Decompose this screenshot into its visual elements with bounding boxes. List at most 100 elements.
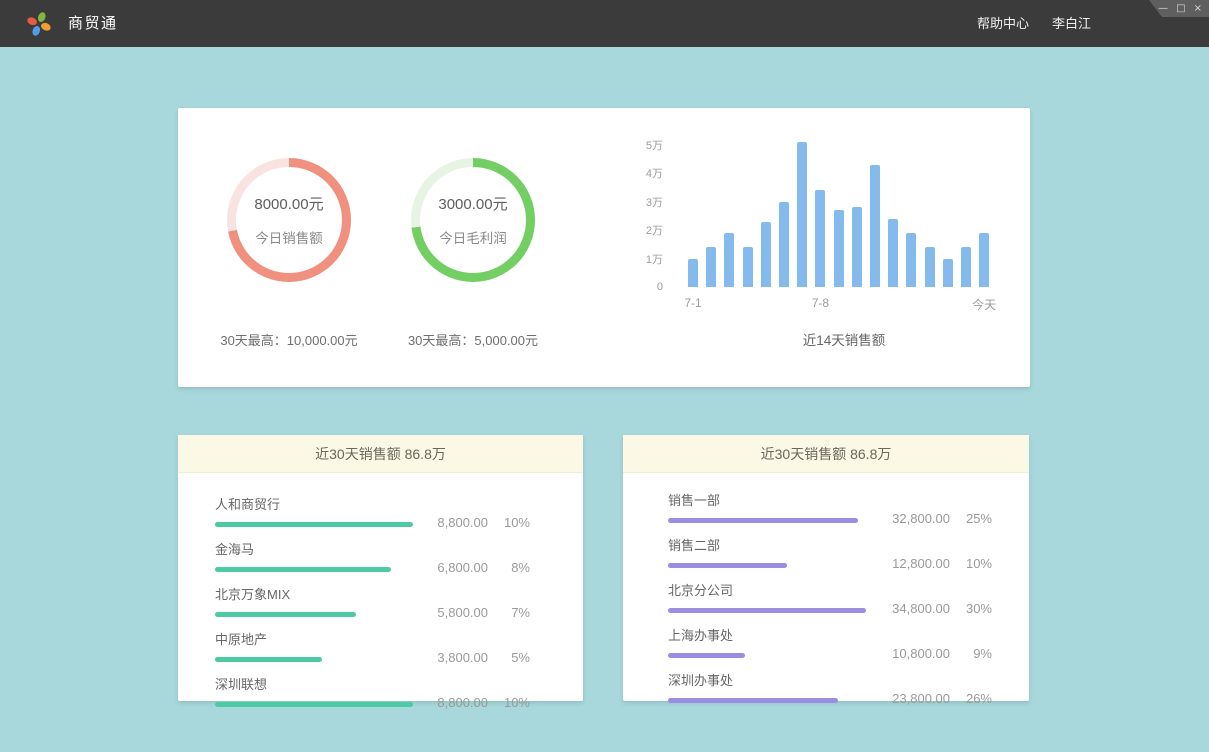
rank-label: 上海办事处 [668, 625, 866, 644]
sales-bar [979, 233, 989, 287]
rank-label: 北京分公司 [668, 580, 866, 599]
today-profit-label: 今日毛利润 [439, 227, 507, 247]
rank-percent: 10% [950, 556, 992, 571]
rank-label: 人和商贸行 [215, 494, 413, 513]
rank-label: 金海马 [215, 539, 413, 558]
rank-row: 深圳联想8,800.0010% [215, 674, 530, 707]
rank-value: 3,800.00 [413, 650, 488, 665]
rank-percent: 25% [950, 511, 992, 526]
y-axis-tick: 4万 [646, 165, 663, 181]
sales-bar [870, 165, 880, 287]
y-axis-tick: 0 [657, 281, 663, 293]
sales-bar [688, 259, 698, 287]
rank-row: 金海马6,800.008% [215, 539, 530, 572]
rank-label: 销售一部 [668, 490, 866, 509]
rank-value: 10,800.00 [866, 646, 950, 661]
rank-row-left: 人和商贸行 [215, 494, 413, 527]
rank-percent: 26% [950, 691, 992, 706]
rank-value: 32,800.00 [866, 511, 950, 526]
rank-row-left: 北京分公司 [668, 580, 866, 613]
rank-row: 人和商贸行8,800.0010% [215, 494, 530, 527]
logo-petal-blue [31, 25, 41, 37]
sales-bar [743, 247, 753, 287]
rank-row-left: 深圳联想 [215, 674, 413, 707]
rank-percent: 5% [488, 650, 530, 665]
sales-14d-bar-chart [688, 144, 1000, 287]
rank-bar [668, 563, 787, 568]
sales-bar [761, 222, 771, 287]
department-sales-rank-card: 近30天销售额 86.8万 销售一部32,800.0025% 销售二部12,800… [623, 435, 1029, 701]
rank-bar [668, 653, 745, 658]
bar-chart-x-axis: 7-17-8今天 [688, 296, 1000, 312]
rank-value: 34,800.00 [866, 601, 950, 616]
today-sales-donut: 8000.00元 今日销售额 [227, 158, 351, 282]
x-axis-tick: 7-8 [812, 296, 829, 310]
rank-percent: 8% [488, 560, 530, 575]
rank-bar [668, 608, 866, 613]
y-axis-tick: 5万 [646, 137, 663, 153]
logo-petal-red [26, 16, 38, 26]
logo-petal-green [37, 11, 47, 23]
overview-card: 8000.00元 今日销售额 3000.00元 今日毛利润 30天最高：10,0… [178, 108, 1030, 387]
rank-value: 6,800.00 [413, 560, 488, 575]
rank-card-title: 近30天销售额 86.8万 [178, 435, 583, 473]
rank-row-left: 金海马 [215, 539, 413, 572]
today-profit-donut: 3000.00元 今日毛利润 [411, 158, 535, 282]
today-sales-label: 今日销售额 [255, 227, 323, 247]
rank-bar [215, 657, 322, 662]
y-axis-tick: 1万 [646, 251, 663, 267]
sales-bar [834, 210, 844, 287]
sales-bar [906, 233, 916, 287]
rank-row: 北京万象MIX5,800.007% [215, 584, 530, 617]
rank-value: 23,800.00 [866, 691, 950, 706]
today-profit-donut-center: 3000.00元 今日毛利润 [420, 167, 526, 273]
rank-percent: 10% [488, 695, 530, 710]
window-controls: — □ × [1149, 0, 1209, 17]
rank-percent: 10% [488, 515, 530, 530]
sales-bar [925, 247, 935, 287]
rank-row-left: 深圳办事处 [668, 670, 866, 703]
sales-bar [797, 142, 807, 287]
rank-label: 深圳办事处 [668, 670, 866, 689]
rank-row-left: 销售二部 [668, 535, 866, 568]
rank-bar [215, 612, 356, 617]
maximize-icon[interactable]: □ [1176, 4, 1185, 14]
rank-row: 深圳办事处23,800.0026% [668, 670, 992, 703]
rank-row: 销售二部12,800.0010% [668, 535, 992, 568]
app-title: 商贸通 [68, 0, 118, 47]
rank-bar [668, 698, 838, 703]
profit-30d-max-note: 30天最高：5,000.00元 [353, 330, 593, 349]
today-sales-donut-center: 8000.00元 今日销售额 [236, 167, 342, 273]
customer-sales-rank-card: 近30天销售额 86.8万 人和商贸行8,800.0010% 金海马6,800.0… [178, 435, 583, 701]
rank-label: 中原地产 [215, 629, 413, 648]
sales-bar [815, 190, 825, 287]
rank-value: 8,800.00 [413, 515, 488, 530]
rank-row: 中原地产3,800.005% [215, 629, 530, 662]
rank-percent: 7% [488, 605, 530, 620]
sales-bar [724, 233, 734, 287]
help-center-link[interactable]: 帮助中心 [977, 0, 1029, 47]
rank-card-title: 近30天销售额 86.8万 [623, 435, 1029, 473]
titlebar: 商贸通 帮助中心 李白江 — □ × [0, 0, 1209, 47]
rank-percent: 9% [950, 646, 992, 661]
app-logo-pinwheel-icon [26, 11, 52, 37]
minimize-icon[interactable]: — [1158, 4, 1168, 14]
sales-bar [961, 247, 971, 287]
sales-bar [852, 207, 862, 287]
sales-bar [943, 259, 953, 287]
y-axis-tick: 3万 [646, 194, 663, 210]
rank-value: 12,800.00 [866, 556, 950, 571]
close-icon[interactable]: × [1194, 4, 1202, 14]
rank-row-left: 上海办事处 [668, 625, 866, 658]
rank-row-left: 销售一部 [668, 490, 866, 523]
rank-label: 深圳联想 [215, 674, 413, 693]
sales-bar [706, 247, 716, 287]
rank-row: 销售一部32,800.0025% [668, 490, 992, 523]
department-sales-rank-list: 销售一部32,800.0025% 销售二部12,800.0010% 北京分公司34,… [623, 473, 1029, 703]
rank-label: 销售二部 [668, 535, 866, 554]
customer-sales-rank-list: 人和商贸行8,800.0010%金海马6,800.008%北京万象MIX5,80… [178, 473, 583, 707]
today-sales-value: 8000.00元 [254, 193, 323, 214]
bar-chart-y-axis: 5万4万3万2万1万0 [598, 108, 663, 387]
sales-bar [888, 219, 898, 287]
user-name-link[interactable]: 李白江 [1052, 0, 1091, 47]
